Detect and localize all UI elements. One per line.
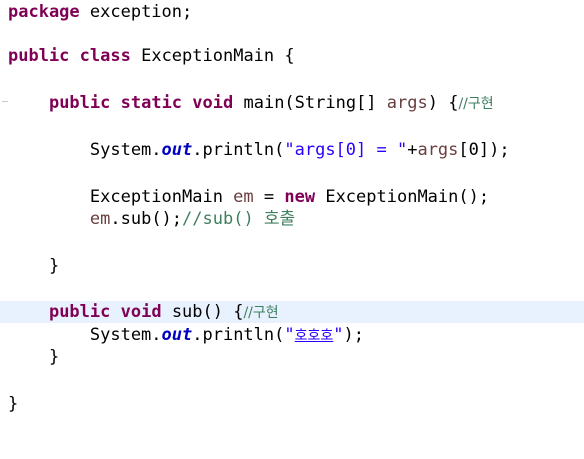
- keyword-static: static: [120, 93, 183, 113]
- var-em: em: [89, 209, 111, 229]
- code-line-9[interactable]: System.out.println("호호호");: [0, 324, 584, 346]
- closing-brace: }: [8, 256, 60, 276]
- var-em: em: [233, 187, 254, 207]
- param-args: args: [386, 93, 428, 113]
- code-line-5[interactable]: ExceptionMain em = new ExceptionMain();: [0, 186, 584, 208]
- code-line-7[interactable]: }: [0, 255, 584, 277]
- keyword-public: public: [48, 93, 111, 113]
- keyword-void: void: [192, 93, 234, 113]
- method-signature: main(String[]: [233, 93, 387, 113]
- type-name: ExceptionMain: [8, 187, 234, 207]
- plus-operator: +: [407, 140, 418, 160]
- code-line-11[interactable]: }: [0, 393, 584, 415]
- code-line-3[interactable]: public static void main(String[] args) {…: [0, 92, 584, 114]
- println-call: .println(: [192, 140, 285, 160]
- code-line-6[interactable]: em.sub();//sub() 호출: [0, 208, 584, 230]
- field-out: out: [161, 140, 193, 160]
- comment: //구현: [243, 305, 279, 321]
- index-close: [0]);: [458, 140, 510, 160]
- comment: //구현: [458, 96, 494, 112]
- system-call: System.: [8, 325, 162, 345]
- code-line-4[interactable]: System.out.println("args[0] = "+args[0])…: [0, 139, 584, 161]
- string-quote: ": [284, 325, 295, 345]
- keyword-new: new: [284, 187, 316, 207]
- keyword-public: public: [8, 46, 70, 66]
- var-args: args: [417, 140, 459, 160]
- string-literal: 호호호: [294, 328, 334, 344]
- closing-brace: }: [8, 394, 19, 414]
- keyword-void: void: [120, 302, 162, 322]
- code-line-2[interactable]: public class ExceptionMain {: [0, 45, 584, 67]
- method-signature: sub() {: [161, 302, 244, 322]
- keyword-public: public: [48, 302, 111, 322]
- keyword-package: package: [8, 2, 80, 22]
- sub-call: .sub();: [110, 209, 183, 229]
- closing-brace: }: [8, 347, 60, 367]
- code-editor[interactable]: package exception; public class Exceptio…: [0, 0, 584, 419]
- println-call: .println(: [192, 325, 285, 345]
- package-name: exception;: [79, 2, 193, 22]
- assign-operator: =: [253, 187, 285, 207]
- comment: //sub() 호출: [182, 209, 296, 229]
- system-call: System.: [8, 140, 162, 160]
- code-line-1[interactable]: package exception;: [0, 1, 584, 23]
- class-declaration: ExceptionMain {: [130, 46, 295, 66]
- method-open: ) {: [427, 93, 459, 113]
- string-quote: ": [333, 325, 344, 345]
- code-line-10[interactable]: }: [0, 346, 584, 368]
- keyword-class: class: [79, 46, 131, 66]
- field-out: out: [161, 325, 193, 345]
- string-literal: "args[0] = ": [284, 140, 408, 160]
- call-close: );: [343, 325, 364, 345]
- code-line-8[interactable]: public void sub() {//구현: [0, 301, 584, 323]
- constructor-call: ExceptionMain();: [315, 187, 490, 207]
